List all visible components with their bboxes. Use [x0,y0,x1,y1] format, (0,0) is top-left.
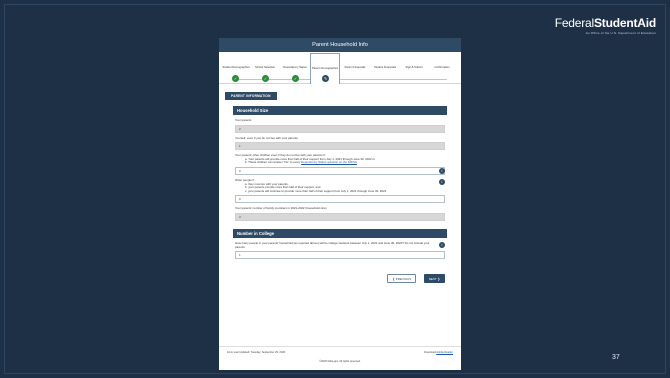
adobe-reader-link[interactable]: Adobe Reader [436,351,453,354]
other-people-field: i Other people if: a. they now live with… [233,178,447,204]
copyright-text: ©2020 fafsa.gov. All rights reserved. [319,360,361,363]
yourself-field: Yourself, even if you do not live with y… [233,136,447,151]
yourself-value: 1 [235,142,445,151]
next-button[interactable]: NEXT ❯ [423,274,445,284]
step-student-demographics[interactable]: Student Demographics [221,55,251,69]
download-reader: Download Adobe Reader [424,351,453,354]
pencil-icon: ✎ [322,75,329,82]
step-confirmation[interactable]: Confirmation [427,55,457,69]
navigation-buttons: ❮ PREVIOUS NEXT ❯ [233,267,447,285]
info-icon[interactable]: i [439,241,445,248]
household-total-field: Your parents' number of family members i… [233,207,447,221]
step-sign-submit[interactable]: Sign & Submit [399,55,429,69]
slide-number: 37 [612,354,620,361]
chevron-right-icon: ❯ [436,277,440,282]
last-updated-text: Form Last Updated: Tuesday, September 29… [227,351,286,354]
other-people-input[interactable]: 0 [235,195,445,204]
number-in-college-field: i How many people in your parents' house… [233,241,447,260]
step-school-selection[interactable]: School Selection [250,55,280,69]
number-in-college-heading: Number in College [233,228,447,238]
your-parents-value: 2 [235,124,445,133]
dependency-status-link[interactable]: Dependency Status question on the FAFSA [301,160,357,165]
your-parents-field: Your parents 2 [233,118,447,133]
step-student-financials[interactable]: Student Financials [370,55,400,69]
progress-steps: Student Demographics School Selection De… [219,52,461,84]
checkmark-icon: ✓ [232,75,239,82]
checkmark-icon: ✓ [292,75,299,82]
step-dependency-status[interactable]: Dependency Status [280,55,310,69]
other-children-field: Your parents' other children even if the… [233,154,447,175]
previous-button[interactable]: ❮ PREVIOUS [387,274,417,284]
household-total-value: 3 [235,212,445,221]
page-title: Parent Household Info [219,38,461,52]
number-in-college-input[interactable]: 1 [235,251,445,260]
other-children-input[interactable]: 0 [235,166,445,175]
info-icon[interactable]: i [439,178,445,185]
footer: Form Last Updated: Tuesday, September 29… [219,346,461,370]
checkmark-icon: ✓ [262,75,269,82]
step-parent-financials[interactable]: Parent Financials [340,55,370,69]
household-size-heading: Household Size [233,106,447,115]
fafsa-screenshot: Parent Household Info Student Demographi… [219,38,461,370]
section-tab: PARENT INFORMATION [225,92,277,100]
federal-student-aid-logo: FederalStudentAid An Office of the U.S. … [554,16,656,35]
